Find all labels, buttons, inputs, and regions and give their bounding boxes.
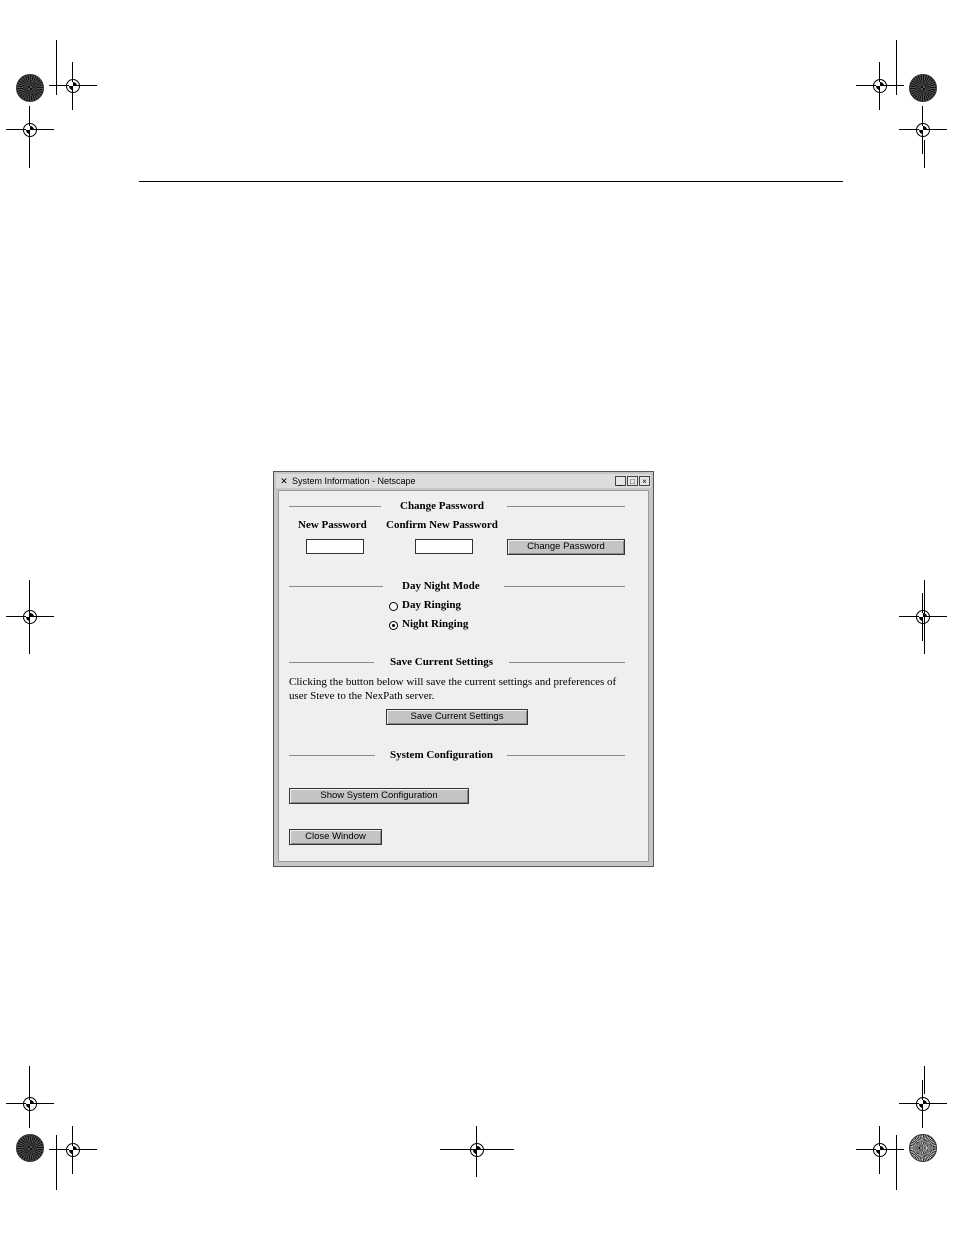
new-password-label: New Password bbox=[298, 519, 367, 531]
close-window-x-button[interactable]: × bbox=[639, 476, 650, 486]
day-night-mode-heading: Day Night Mode bbox=[402, 580, 480, 592]
section-divider bbox=[289, 586, 383, 587]
color-registration-mark bbox=[909, 1134, 937, 1162]
window-content: Change Password New Password Confirm New… bbox=[278, 490, 649, 862]
color-registration-mark bbox=[16, 74, 44, 102]
section-divider bbox=[289, 662, 374, 663]
night-ringing-radio[interactable] bbox=[389, 621, 398, 630]
confirm-password-label: Confirm New Password bbox=[386, 519, 498, 531]
crosshair-mark bbox=[6, 106, 54, 154]
trim-mark bbox=[896, 40, 897, 95]
night-ringing-label[interactable]: Night Ringing bbox=[402, 618, 468, 630]
crosshair-mark bbox=[899, 593, 947, 641]
trim-mark bbox=[56, 1135, 57, 1190]
change-password-heading: Change Password bbox=[400, 500, 485, 512]
crosshair-mark bbox=[49, 1126, 97, 1174]
section-divider bbox=[507, 506, 625, 507]
save-settings-heading: Save Current Settings bbox=[390, 656, 494, 668]
system-information-window: ✕ System Information - Netscape _ □ × Ch… bbox=[273, 471, 654, 867]
section-divider bbox=[507, 755, 625, 756]
day-ringing-radio[interactable] bbox=[389, 602, 398, 611]
trim-mark bbox=[924, 580, 925, 654]
crosshair-mark bbox=[6, 1080, 54, 1128]
crosshair-mark bbox=[453, 1126, 501, 1174]
show-system-configuration-button[interactable]: Show System Configuration bbox=[289, 788, 469, 804]
trim-mark bbox=[924, 140, 925, 168]
trim-mark bbox=[29, 140, 30, 168]
window-title: System Information - Netscape bbox=[292, 476, 416, 486]
save-current-settings-button[interactable]: Save Current Settings bbox=[386, 709, 528, 725]
new-password-field[interactable] bbox=[306, 539, 364, 554]
confirm-password-field[interactable] bbox=[415, 539, 473, 554]
crosshair-mark bbox=[6, 593, 54, 641]
section-divider bbox=[289, 755, 375, 756]
section-divider bbox=[289, 506, 381, 507]
section-divider bbox=[504, 586, 625, 587]
trim-mark bbox=[440, 1149, 514, 1150]
save-settings-description: Clicking the button below will save the … bbox=[289, 676, 617, 702]
trim-mark bbox=[56, 40, 57, 95]
change-password-button[interactable]: Change Password bbox=[507, 539, 625, 555]
crosshair-mark bbox=[856, 62, 904, 110]
netscape-app-icon: ✕ bbox=[280, 476, 288, 486]
crosshair-mark bbox=[49, 62, 97, 110]
page-header-rule bbox=[139, 181, 843, 182]
crosshair-mark bbox=[899, 106, 947, 154]
crosshair-mark bbox=[899, 1080, 947, 1128]
trim-mark bbox=[924, 1066, 925, 1094]
color-registration-mark bbox=[16, 1134, 44, 1162]
color-registration-mark bbox=[909, 74, 937, 102]
trim-mark bbox=[476, 1135, 477, 1177]
minimize-button[interactable]: _ bbox=[615, 476, 626, 486]
close-window-button[interactable]: Close Window bbox=[289, 829, 382, 845]
window-titlebar[interactable]: ✕ System Information - Netscape _ □ × bbox=[276, 474, 651, 488]
trim-mark bbox=[896, 1135, 897, 1190]
day-ringing-label[interactable]: Day Ringing bbox=[402, 599, 461, 611]
trim-mark bbox=[29, 1066, 30, 1094]
section-divider bbox=[509, 662, 625, 663]
system-configuration-heading: System Configuration bbox=[390, 749, 493, 761]
trim-mark bbox=[29, 580, 30, 654]
crosshair-mark bbox=[856, 1126, 904, 1174]
maximize-button[interactable]: □ bbox=[627, 476, 638, 486]
